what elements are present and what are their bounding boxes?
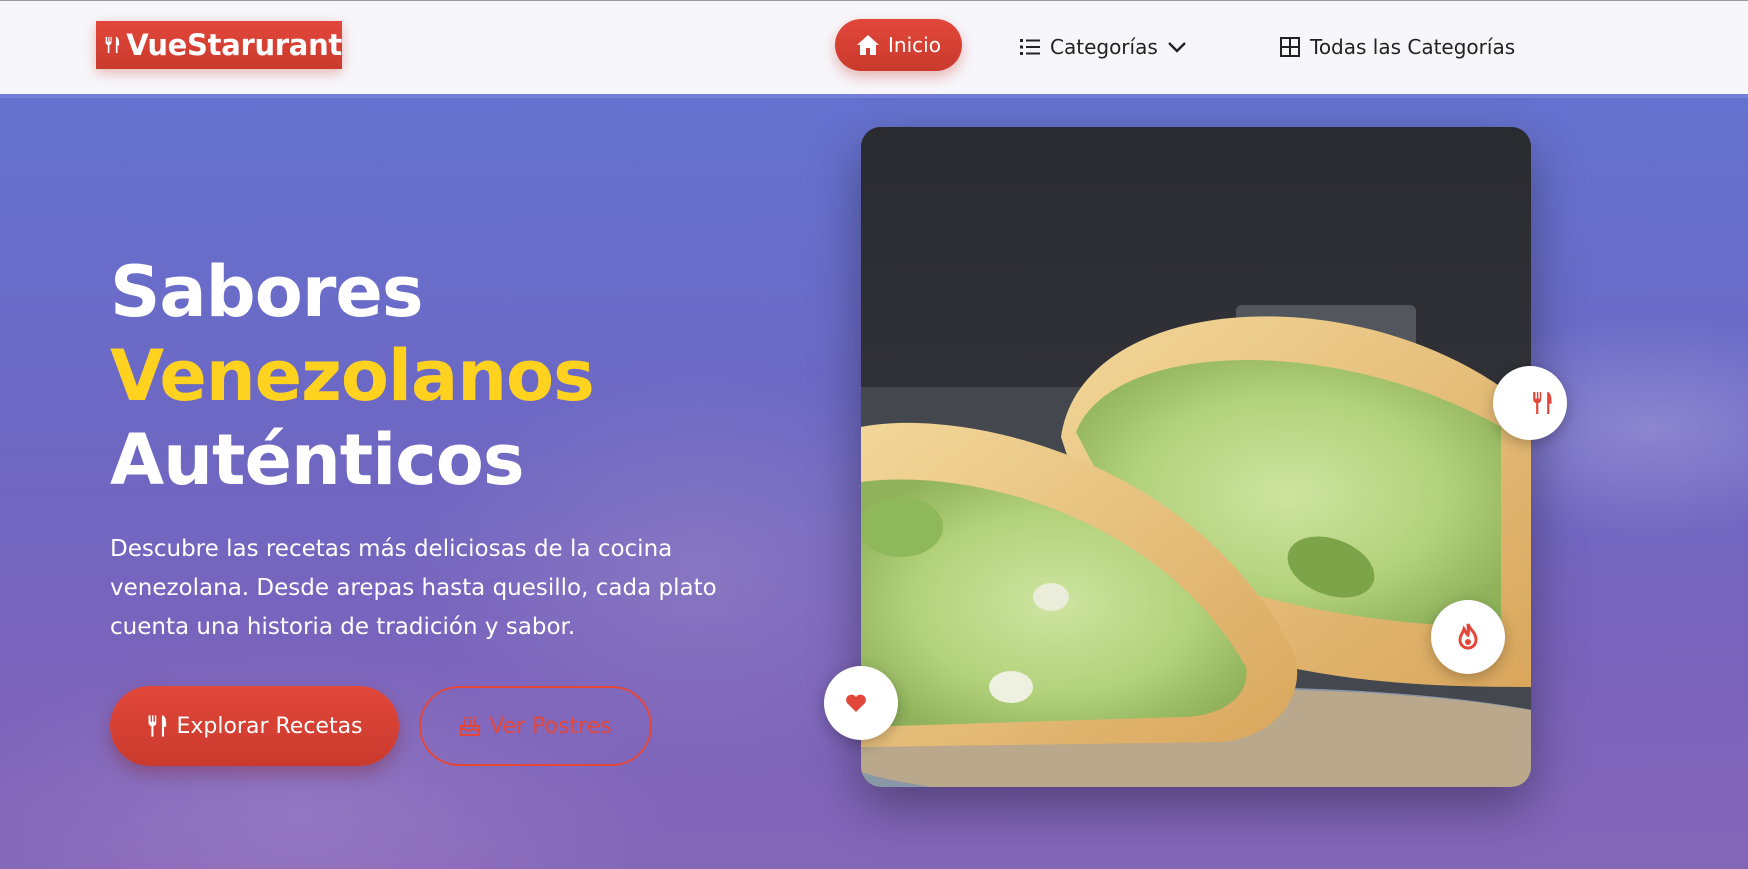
- navbar: VueStarurant Inicio Categorías Todas las…: [0, 0, 1748, 94]
- utensils-icon: [105, 36, 120, 54]
- utensils-icon: [1533, 392, 1552, 414]
- headline-line-1: Sabores: [110, 251, 424, 333]
- hero-headline: Sabores Venezolanos Auténticos: [110, 250, 810, 502]
- brand-name: VueStarurant: [126, 28, 342, 62]
- hero-description: Descubre las recetas más deliciosas de l…: [110, 536, 717, 640]
- floating-fire-badge: [1431, 600, 1505, 674]
- home-icon: [857, 35, 880, 55]
- hero-food-image: [861, 127, 1531, 787]
- nav-categories-label: Categorías: [1050, 35, 1158, 59]
- nav-all-categories-link[interactable]: Todas las Categorías: [1280, 31, 1515, 63]
- headline-line-2-highlight: Venezolanos: [110, 335, 595, 417]
- nav-all-categories-label: Todas las Categorías: [1310, 35, 1516, 59]
- explore-recipes-button[interactable]: Explorar Recetas: [110, 686, 399, 766]
- view-desserts-button[interactable]: Ver Postres: [419, 686, 652, 766]
- utensils-icon: [148, 715, 167, 737]
- list-icon: [1020, 39, 1040, 55]
- cake-icon: [460, 716, 481, 736]
- grid-icon: [1280, 37, 1300, 57]
- floating-utensils-badge: [1493, 366, 1567, 440]
- explore-recipes-label: Explorar Recetas: [176, 713, 363, 739]
- arepas-illustration: [861, 127, 1531, 787]
- nav-home-label: Inicio: [888, 33, 941, 57]
- nav-categories-dropdown[interactable]: Categorías: [1020, 31, 1186, 63]
- chevron-down-icon: [1167, 42, 1186, 53]
- brand-logo[interactable]: VueStarurant: [96, 21, 342, 69]
- headline-line-3: Auténticos: [110, 419, 525, 501]
- floating-heart-badge: [824, 666, 898, 740]
- view-desserts-label: Ver Postres: [489, 713, 612, 739]
- fire-icon: [1458, 623, 1478, 650]
- nav-home-button[interactable]: Inicio: [835, 19, 962, 71]
- heart-icon: [846, 694, 866, 712]
